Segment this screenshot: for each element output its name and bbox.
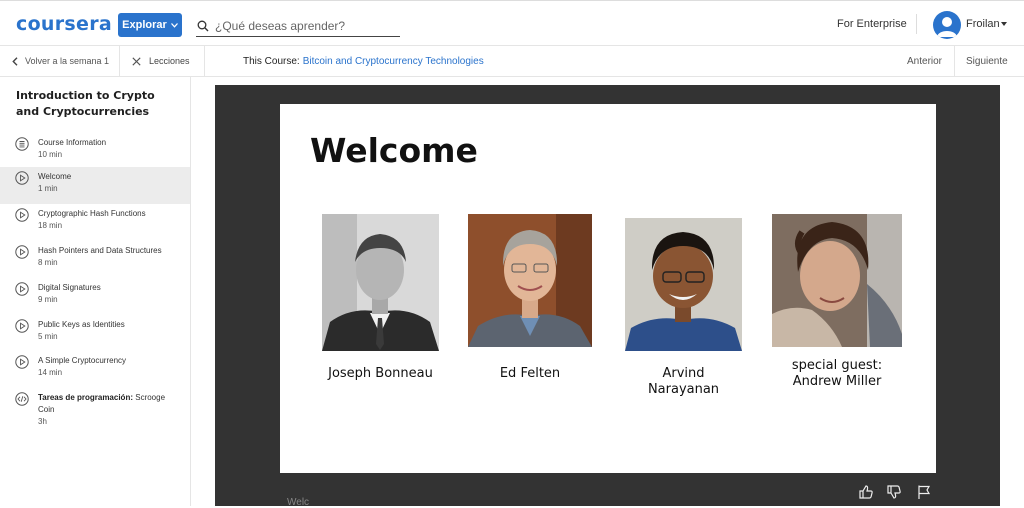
explore-button-label: Explorar <box>122 19 167 31</box>
person-name: Ed Felten <box>499 366 561 381</box>
this-course-prefix: This Course: <box>243 55 300 67</box>
video-caption: Welc <box>287 497 310 508</box>
sidebar-item-duration: 3h <box>38 417 47 426</box>
subnav-divider <box>954 46 955 76</box>
person-name-line1: special guest: <box>791 358 883 373</box>
flag-icon[interactable] <box>916 484 932 500</box>
reading-icon <box>15 137 29 151</box>
next-button[interactable]: Siguiente <box>966 46 1008 76</box>
play-icon <box>15 319 29 333</box>
sidebar-item-duration: 9 min <box>38 295 58 304</box>
video-player[interactable]: Welcome Joseph Bonneau Ed Felten Arvind … <box>215 85 1000 508</box>
search-bar <box>196 15 400 37</box>
explore-button[interactable]: Explorar <box>118 13 182 37</box>
back-to-week-label: Volver a la semana 1 <box>25 56 110 66</box>
sidebar-item-label: Hash Pointers and Data Structures <box>38 246 162 255</box>
sidebar-item-label: Welcome <box>38 172 72 181</box>
sidebar-item-duration: 5 min <box>38 332 58 341</box>
person-name: Joseph Bonneau <box>328 366 433 381</box>
assignment-type-label: Tareas de programación: <box>38 393 133 402</box>
thumbs-down-icon[interactable] <box>886 484 902 500</box>
sidebar-item-simple-cryptocurrency[interactable]: A Simple Cryptocurrency 14 min <box>0 351 190 388</box>
user-icon <box>937 17 957 37</box>
username[interactable]: Froilan <box>966 18 1000 30</box>
lesson-navbar: Volver a la semana 1 Lecciones This Cour… <box>0 46 1024 77</box>
lesson-title: Introduction to Crypto and Cryptocurrenc… <box>16 89 155 118</box>
search-input[interactable] <box>215 18 395 33</box>
play-icon <box>15 208 29 222</box>
sidebar-item-label: Course Information <box>38 138 107 147</box>
sidebar-item-hash-pointers[interactable]: Hash Pointers and Data Structures 8 min <box>0 241 190 278</box>
photo-ed-felten <box>468 214 592 347</box>
play-icon <box>15 282 29 296</box>
sidebar-item-duration: 14 min <box>38 368 63 377</box>
caret-down-icon[interactable] <box>1001 22 1007 26</box>
lessons-label: Lecciones <box>149 56 190 66</box>
sidebar-item-digital-signatures[interactable]: Digital Signatures 9 min <box>0 278 190 315</box>
person-name: special guest: Andrew Miller <box>772 358 902 390</box>
sidebar-item-hash-functions[interactable]: Cryptographic Hash Functions 18 min <box>0 204 190 241</box>
for-enterprise-link[interactable]: For Enterprise <box>837 18 907 30</box>
chevron-down-icon <box>170 22 178 28</box>
subnav-divider <box>204 46 205 76</box>
thumbs-up-icon[interactable] <box>858 484 874 500</box>
sidebar-item-duration: 1 min <box>38 184 58 193</box>
sidebar-item-label: A Simple Cryptocurrency <box>38 356 127 365</box>
previous-button[interactable]: Anterior <box>907 46 942 76</box>
sidebar-item-programming-assignment[interactable]: Tareas de programación: Scrooge Coin 3h <box>0 388 190 436</box>
header-divider <box>916 14 917 34</box>
sidebar-item-label: Public Keys as Identities <box>38 320 125 329</box>
sidebar-item-duration: 18 min <box>38 221 63 230</box>
photo-joseph-bonneau <box>322 214 439 351</box>
chevron-left-icon <box>12 56 18 66</box>
play-icon <box>15 245 29 259</box>
back-to-week-link[interactable]: Volver a la semana 1 <box>12 46 109 76</box>
photo-arvind-narayanan <box>625 218 742 351</box>
sidebar-item-duration: 8 min <box>38 258 58 267</box>
sidebar-item-public-keys[interactable]: Public Keys as Identities 5 min <box>0 315 190 352</box>
avatar[interactable] <box>933 11 961 39</box>
sidebar-item-welcome[interactable]: Welcome 1 min <box>0 167 190 204</box>
search-icon <box>197 20 209 31</box>
sidebar-item-label: Tareas de programación: Scrooge Coin <box>38 392 183 416</box>
sidebar-item-course-information[interactable]: Course Information 10 min <box>0 133 190 170</box>
close-icon <box>132 56 141 66</box>
sidebar-item-label: Digital Signatures <box>38 283 101 292</box>
this-course-breadcrumb: This Course: Bitcoin and Cryptocurrency … <box>243 46 484 76</box>
lessons-toggle[interactable]: Lecciones <box>132 46 190 76</box>
sidebar-item-label: Cryptographic Hash Functions <box>38 209 146 218</box>
coursera-logo[interactable]: coursera <box>16 13 112 35</box>
top-navbar: coursera Explorar For Enterprise Froilan <box>0 0 1024 46</box>
play-icon <box>15 171 29 185</box>
person-name-line2: Andrew Miller <box>792 374 882 389</box>
subnav-divider <box>119 46 120 76</box>
sidebar-item-duration: 10 min <box>38 150 63 159</box>
course-name-link[interactable]: Bitcoin and Cryptocurrency Technologies <box>303 56 484 67</box>
code-icon <box>15 392 29 406</box>
slide-title: Welcome <box>310 131 478 170</box>
lesson-sidebar: Introduction to Crypto and Cryptocurrenc… <box>0 77 191 506</box>
photo-andrew-miller <box>772 214 902 347</box>
video-slide: Welcome Joseph Bonneau Ed Felten Arvind … <box>280 104 936 473</box>
play-icon <box>15 355 29 369</box>
person-name: Arvind Narayanan <box>647 366 720 397</box>
